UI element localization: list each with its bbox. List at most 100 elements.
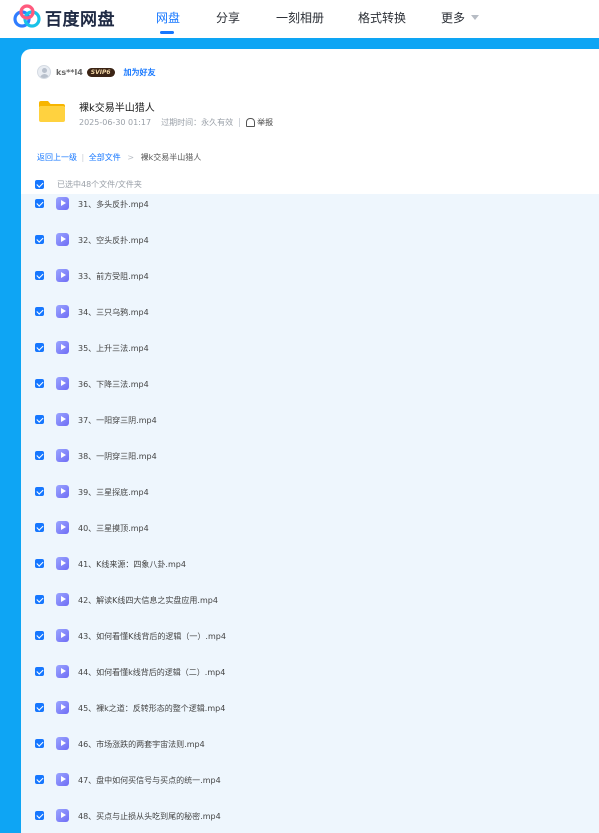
file-checkbox[interactable]: [35, 811, 44, 820]
file-checkbox[interactable]: [35, 703, 44, 712]
file-name[interactable]: 37、一阳穿三阴.mp4: [78, 415, 157, 426]
selection-count-label: 已选中48个文件/文件夹: [57, 180, 142, 189]
file-checkbox[interactable]: [35, 307, 44, 316]
select-all-checkbox[interactable]: [35, 180, 44, 189]
share-title: 裸k交易半山猎人: [79, 103, 155, 114]
file-checkbox[interactable]: [35, 487, 44, 496]
avatar[interactable]: [37, 65, 51, 79]
file-name[interactable]: 46、市场涨跌的两套宇宙法则.mp4: [78, 739, 205, 750]
video-file-icon: [56, 593, 69, 606]
active-tab-indicator: [160, 31, 174, 34]
file-checkbox[interactable]: [35, 415, 44, 424]
alarm-icon: [246, 118, 256, 127]
nav-item-more[interactable]: 更多: [441, 9, 480, 26]
breadcrumb: 返回上一级 | 全部文件 > 裸k交易半山猎人: [37, 152, 201, 163]
list-item[interactable]: 36、下降三法.mp4: [21, 374, 599, 410]
file-name[interactable]: 39、三星探底.mp4: [78, 487, 149, 498]
video-file-icon: [56, 809, 69, 822]
file-checkbox[interactable]: [35, 379, 44, 388]
list-item[interactable]: 48、买点与止损从头吃到尾的秘密.mp4: [21, 806, 599, 833]
report-button[interactable]: 举报: [246, 117, 273, 128]
video-file-icon: [56, 341, 69, 354]
file-name[interactable]: 48、买点与止损从头吃到尾的秘密.mp4: [78, 811, 221, 822]
file-name[interactable]: 38、一阴穿三阳.mp4: [78, 451, 157, 462]
video-file-icon: [56, 521, 69, 534]
list-item[interactable]: 45、裸k之道：反转形态的整个逻辑.mp4: [21, 698, 599, 734]
chevron-down-icon: [471, 15, 480, 20]
video-file-icon: [56, 269, 69, 282]
list-item[interactable]: 43、如何看懂K线背后的逻辑（一）.mp4: [21, 626, 599, 662]
video-file-icon: [56, 701, 69, 714]
file-name[interactable]: 35、上升三法.mp4: [78, 343, 149, 354]
list-item[interactable]: 34、三只乌鸦.mp4: [21, 302, 599, 338]
file-name[interactable]: 31、多头反扑.mp4: [78, 199, 149, 210]
breadcrumb-current: 裸k交易半山猎人: [140, 153, 202, 162]
file-name[interactable]: 41、K线来源：四象八卦.mp4: [78, 559, 186, 570]
file-name[interactable]: 43、如何看懂K线背后的逻辑（一）.mp4: [78, 631, 226, 642]
file-list: 31、多头反扑.mp4 32、空头反扑.mp4 33、前方受阻.mp4 34、三只乌鸦…: [21, 194, 599, 833]
file-name[interactable]: 32、空头反扑.mp4: [78, 235, 149, 246]
list-item[interactable]: 32、空头反扑.mp4: [21, 230, 599, 266]
owner-name[interactable]: ks**l4: [56, 68, 83, 77]
file-checkbox[interactable]: [35, 559, 44, 568]
baidu-netdisk-logo[interactable]: 百度网盘: [13, 4, 115, 30]
share-meta: 2025-06-30 01:17 过期时间：永久有效 举报: [79, 117, 273, 128]
video-file-icon: [56, 557, 69, 570]
share-expire: 过期时间：永久有效: [161, 118, 234, 127]
nav-item-share[interactable]: 分享: [216, 9, 240, 26]
nav-more-label: 更多: [441, 11, 466, 25]
video-file-icon: [56, 449, 69, 462]
file-name[interactable]: 42、解读K线四大信息之实盘应用.mp4: [78, 595, 218, 606]
list-item[interactable]: 39、三星探底.mp4: [21, 482, 599, 518]
file-name[interactable]: 45、裸k之道：反转形态的整个逻辑.mp4: [78, 703, 225, 714]
file-checkbox[interactable]: [35, 199, 44, 208]
list-item[interactable]: 31、多头反扑.mp4: [21, 194, 599, 230]
report-label: 举报: [257, 118, 274, 127]
video-file-icon: [56, 629, 69, 642]
list-item[interactable]: 46、市场涨跌的两套宇宙法则.mp4: [21, 734, 599, 770]
file-checkbox[interactable]: [35, 667, 44, 676]
share-card: ks**l4 SVIP6 加为好友 裸k交易半山猎人 2025-06-30 01…: [21, 49, 599, 833]
file-name[interactable]: 33、前方受阻.mp4: [78, 271, 149, 282]
nav-item-netdisk[interactable]: 网盘: [156, 9, 180, 26]
list-item[interactable]: 33、前方受阻.mp4: [21, 266, 599, 302]
file-checkbox[interactable]: [35, 631, 44, 640]
file-checkbox[interactable]: [35, 523, 44, 532]
file-checkbox[interactable]: [35, 775, 44, 784]
video-file-icon: [56, 485, 69, 498]
list-item[interactable]: 37、一阳穿三阴.mp4: [21, 410, 599, 446]
list-item[interactable]: 44、如何看懂k线背后的逻辑（二）.mp4: [21, 662, 599, 698]
video-file-icon: [56, 665, 69, 678]
file-name[interactable]: 40、三星摸顶.mp4: [78, 523, 149, 534]
video-file-icon: [56, 737, 69, 750]
file-name[interactable]: 34、三只乌鸦.mp4: [78, 307, 149, 318]
logo-text: 百度网盘: [45, 9, 115, 30]
list-item[interactable]: 38、一阴穿三阳.mp4: [21, 446, 599, 482]
breadcrumb-all-files-link[interactable]: 全部文件: [89, 153, 121, 162]
add-friend-link[interactable]: 加为好友: [124, 67, 156, 78]
file-checkbox[interactable]: [35, 343, 44, 352]
file-checkbox[interactable]: [35, 739, 44, 748]
file-name[interactable]: 44、如何看懂k线背后的逻辑（二）.mp4: [78, 667, 225, 678]
file-checkbox[interactable]: [35, 451, 44, 460]
file-checkbox[interactable]: [35, 271, 44, 280]
video-file-icon: [56, 197, 69, 210]
cloud-logo-icon: [13, 4, 41, 30]
list-item[interactable]: 35、上升三法.mp4: [21, 338, 599, 374]
video-file-icon: [56, 377, 69, 390]
file-checkbox[interactable]: [35, 595, 44, 604]
divider: [239, 118, 241, 127]
file-name[interactable]: 36、下降三法.mp4: [78, 379, 149, 390]
breadcrumb-back-link[interactable]: 返回上一级: [37, 153, 77, 162]
nav-item-format-convert[interactable]: 格式转换: [358, 9, 406, 26]
list-item[interactable]: 41、K线来源：四象八卦.mp4: [21, 554, 599, 590]
video-file-icon: [56, 305, 69, 318]
file-checkbox[interactable]: [35, 235, 44, 244]
file-name[interactable]: 47、盘中如何买信号与买点的统一.mp4: [78, 775, 221, 786]
nav-item-album[interactable]: 一刻相册: [276, 9, 324, 26]
list-item[interactable]: 42、解读K线四大信息之实盘应用.mp4: [21, 590, 599, 626]
video-file-icon: [56, 773, 69, 786]
breadcrumb-separator: |: [81, 153, 85, 162]
list-item[interactable]: 40、三星摸顶.mp4: [21, 518, 599, 554]
list-item[interactable]: 47、盘中如何买信号与买点的统一.mp4: [21, 770, 599, 806]
